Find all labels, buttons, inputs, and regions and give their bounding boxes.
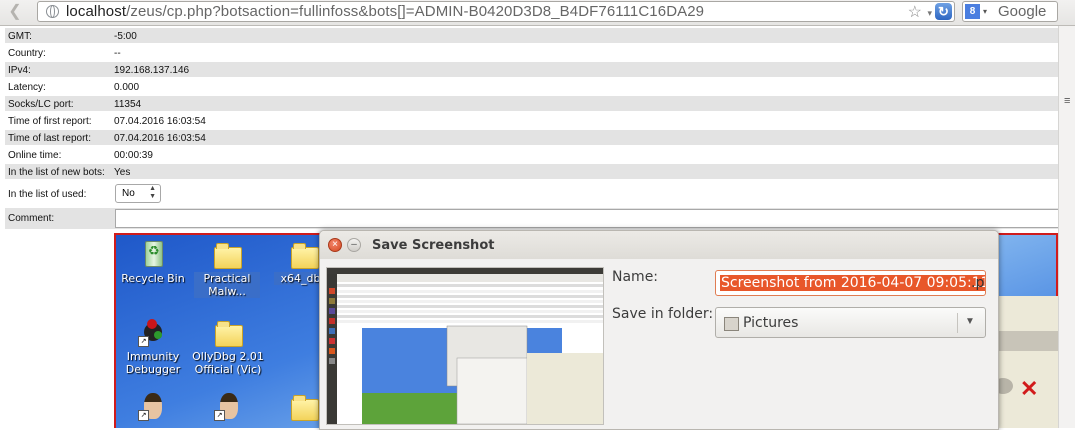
row-label: Socks/LC port:: [8, 99, 74, 110]
desktop-icon-label: Practical Malw...: [194, 272, 260, 298]
desktop-icon-immunity-debugger[interactable]: ↗ Immunity Debugger: [118, 317, 188, 376]
row-label: IPv4:: [8, 65, 31, 76]
used-select-value: No: [122, 188, 135, 199]
info-row-used: In the list of used:: [5, 181, 1058, 206]
row-value: Yes: [114, 167, 131, 178]
row-label: Time of last report:: [8, 133, 91, 144]
row-label: In the list of used:: [8, 189, 87, 200]
reload-icon[interactable]: ↻: [935, 3, 952, 20]
row-label: GMT:: [8, 31, 32, 42]
folder-icon: [291, 243, 319, 269]
desktop-icon-portrait-1[interactable]: ↗: [138, 391, 168, 424]
info-row-online-time: Online time: 00:00:39: [5, 147, 1058, 162]
url-dropdown-icon[interactable]: ▾: [927, 8, 932, 19]
screenshot-thumbnail: [326, 267, 604, 425]
chevron-down-icon[interactable]: ▼: [965, 316, 975, 327]
row-value: 0.000: [114, 82, 140, 93]
info-row-socks-port: Socks/LC port: 11354: [5, 96, 1058, 111]
row-value: 07.04.2016 16:03:54: [114, 133, 206, 144]
filename-input[interactable]: Screenshot from 2016-04-07 09:05:11 .p: [715, 270, 986, 296]
bookmark-star-icon[interactable]: ☆: [908, 2, 922, 22]
search-placeholder: Google: [998, 3, 1047, 20]
desktop-icon-recycle-bin[interactable]: Recycle Bin: [118, 239, 188, 285]
shortcut-arrow-icon: ↗: [138, 336, 149, 347]
folder-icon: [291, 395, 319, 421]
save-folder-value: Pictures: [743, 315, 799, 331]
search-box[interactable]: 8 ▾ Google: [962, 1, 1058, 22]
row-label: Online time:: [8, 150, 62, 161]
shortcut-arrow-icon: ↗: [138, 410, 149, 421]
desktop-icon-practical-malware[interactable]: Practical Malw...: [194, 239, 260, 298]
save-screenshot-dialog: × – Save Screenshot Name: Screenshot fro…: [319, 230, 999, 430]
row-value: 11354: [114, 99, 142, 110]
minimize-icon[interactable]: –: [347, 238, 361, 252]
filename-selected-text: Screenshot from 2016-04-07 09:05:11: [720, 275, 985, 291]
desktop-icon-folder-3[interactable]: [289, 391, 319, 424]
row-label: Time of first report:: [8, 116, 92, 127]
scroll-grip-icon[interactable]: ≡: [1064, 96, 1070, 107]
google-search-engine-icon[interactable]: 8: [965, 4, 980, 19]
filename-extension-text: .p: [971, 275, 985, 291]
desktop-icon-portrait-2[interactable]: ↗: [214, 391, 244, 424]
row-label: Country:: [8, 48, 46, 59]
globe-icon: [46, 5, 59, 18]
row-label: Comment:: [8, 213, 55, 224]
row-value: 00:00:39: [114, 150, 153, 161]
pictures-folder-icon: [724, 317, 739, 331]
back-icon[interactable]: ❮: [6, 3, 24, 21]
row-value: --: [114, 48, 121, 59]
name-label: Name:: [612, 269, 659, 285]
close-x-icon: ✕: [1020, 376, 1039, 401]
desktop-icon-label: OllyDbg 2.01 Official (Vic): [192, 350, 264, 376]
dialog-titlebar[interactable]: × – Save Screenshot: [320, 231, 998, 259]
row-label: Latency:: [8, 82, 46, 93]
combo-separator: [957, 313, 958, 333]
save-folder-combobox[interactable]: Pictures ▼: [715, 307, 986, 338]
dialog-title: Save Screenshot: [372, 238, 495, 253]
row-value: 07.04.2016 16:03:54: [114, 116, 206, 127]
close-icon[interactable]: ×: [328, 238, 342, 252]
url-bar[interactable]: localhost/zeus/cp.php?botsaction=fullinf…: [37, 1, 955, 22]
page-scrollbar[interactable]: ≡: [1058, 26, 1075, 428]
save-in-folder-label: Save in folder:: [612, 306, 714, 322]
spinner-arrows-icon[interactable]: ▲ ▼: [149, 185, 156, 201]
info-row-country: Country: --: [5, 45, 1058, 60]
search-engine-dropdown-icon[interactable]: ▾: [983, 7, 987, 16]
folder-icon: [215, 321, 243, 347]
row-label: In the list of new bots:: [8, 167, 105, 178]
folder-icon: [214, 243, 242, 269]
desktop-icon-ollydbg[interactable]: OllyDbg 2.01 Official (Vic): [192, 317, 264, 376]
url-path: /zeus/cp.php?botsaction=fullinfoss&bots[…: [126, 3, 705, 20]
comment-input[interactable]: [115, 209, 1058, 228]
desktop-icon-label: Recycle Bin: [121, 272, 185, 285]
url-host: localhost: [66, 3, 127, 20]
info-row-gmt: GMT: -5:00: [5, 28, 1058, 43]
recycle-bin-icon: [145, 241, 163, 267]
info-row-latency: Latency: 0.000: [5, 79, 1058, 94]
url-text[interactable]: localhost/zeus/cp.php?botsaction=fullinf…: [66, 3, 704, 20]
info-row-new-bots: In the list of new bots: Yes: [5, 164, 1058, 179]
info-row-ipv4: IPv4: 192.168.137.146: [5, 62, 1058, 77]
browser-toolbar: ❮ localhost/zeus/cp.php?botsaction=fulli…: [0, 0, 1075, 26]
used-select[interactable]: No ▲ ▼: [115, 184, 161, 203]
info-row-last-report: Time of last report: 07.04.2016 16:03:54: [5, 130, 1058, 145]
row-value: -5:00: [114, 31, 137, 42]
shortcut-arrow-icon: ↗: [214, 410, 225, 421]
desktop-icon-label: Immunity Debugger: [125, 350, 181, 376]
info-row-first-report: Time of first report: 07.04.2016 16:03:5…: [5, 113, 1058, 128]
thumbnail-image: [327, 268, 603, 424]
row-value: 192.168.137.146: [114, 65, 190, 76]
